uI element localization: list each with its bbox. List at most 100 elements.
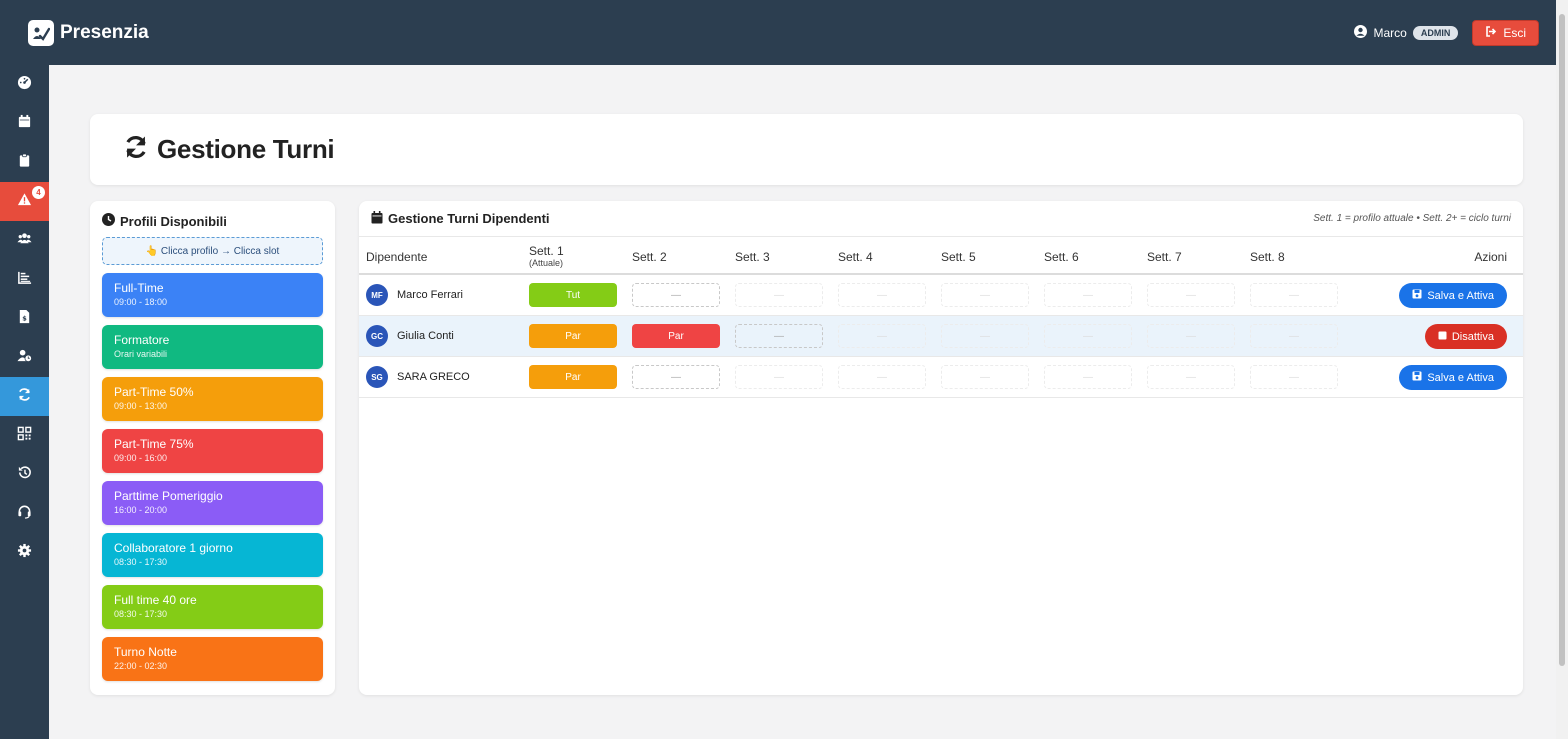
profile-card[interactable]: Parttime Pomeriggio 16:00 - 20:00	[102, 481, 323, 525]
sidebar-item-qrcode[interactable]	[0, 416, 49, 455]
sidebar-item-shifts[interactable]	[0, 377, 49, 416]
profile-name: Parttime Pomeriggio	[114, 489, 223, 503]
scrollbar-thumb[interactable]	[1559, 14, 1565, 666]
table-row: GC Giulia Conti Par Par — — — — — — Disattiva	[359, 316, 1523, 357]
sidebar-item-history[interactable]	[0, 455, 49, 494]
calendar-small-icon	[371, 210, 383, 227]
sidebar-item-calendar[interactable]	[0, 104, 49, 143]
shift-slot-empty[interactable]: —	[1147, 324, 1235, 348]
profile-card[interactable]: Part-Time 50% 09:00 - 13:00	[102, 377, 323, 421]
col-week-sub: (Attuale)	[529, 258, 564, 268]
action-label: Salva e Attiva	[1427, 371, 1494, 384]
clipboard-icon	[17, 153, 32, 173]
shift-slot-empty[interactable]: —	[838, 365, 926, 389]
shift-slot-empty[interactable]: —	[1044, 365, 1132, 389]
profile-name: Full time 40 ore	[114, 593, 197, 607]
col-week-8: Sett. 8	[1250, 250, 1285, 264]
col-week-label: Sett. 3	[735, 250, 770, 264]
shift-slot-empty[interactable]: —	[941, 283, 1029, 307]
shift-slot-empty[interactable]: —	[1147, 283, 1235, 307]
shift-slot-filled[interactable]: Par	[632, 324, 720, 348]
support-icon	[17, 504, 32, 524]
sidebar-item-user-hours[interactable]	[0, 338, 49, 377]
shift-slot-empty[interactable]: —	[735, 283, 823, 307]
save-activate-button[interactable]: Salva e Attiva	[1399, 365, 1507, 390]
table-row: SG SARA GRECO Par — — — — — — — Salva e Attiva	[359, 357, 1523, 398]
shifts-icon	[17, 387, 32, 407]
shift-slot-empty[interactable]: —	[735, 365, 823, 389]
shift-slot-empty[interactable]: —	[941, 324, 1029, 348]
sidebar-item-alerts[interactable]: 4	[0, 182, 49, 221]
app-name: Presenzia	[60, 21, 149, 43]
sidebar-item-support[interactable]	[0, 494, 49, 533]
sidebar-item-users[interactable]	[0, 221, 49, 260]
profile-hours: 08:30 - 17:30	[114, 609, 168, 619]
shift-slot-empty[interactable]: —	[1044, 324, 1132, 348]
shift-slot-empty[interactable]: —	[1147, 365, 1235, 389]
col-week-2: Sett. 2	[632, 250, 667, 264]
profile-card[interactable]: Collaboratore 1 giorno 08:30 - 17:30	[102, 533, 323, 577]
shift-slot-empty[interactable]: —	[1044, 283, 1132, 307]
invoice-icon: $	[17, 309, 32, 329]
shift-slot-empty[interactable]: —	[941, 365, 1029, 389]
profile-name: Part-Time 50%	[114, 385, 194, 399]
profile-hours: 09:00 - 18:00	[114, 297, 168, 307]
page-scrollbar[interactable]	[1556, 0, 1568, 739]
shifts-title-text: Gestione Turni Dipendenti	[388, 211, 550, 226]
employee-name: SARA GRECO	[397, 371, 470, 383]
profile-name: Formatore	[114, 333, 170, 347]
settings-icon	[17, 543, 32, 563]
sidebar-item-invoices[interactable]: $	[0, 299, 49, 338]
top-navbar: Presenzia Marco ADMIN Esci	[0, 0, 1556, 65]
qrcode-icon	[17, 426, 32, 446]
calendar-icon	[17, 114, 32, 134]
save-icon	[1412, 371, 1422, 384]
sidebar-item-clipboard[interactable]	[0, 143, 49, 182]
avatar: SG	[366, 366, 388, 388]
col-week-4: Sett. 4	[838, 250, 873, 264]
profile-card[interactable]: Turno Notte 22:00 - 02:30	[102, 637, 323, 681]
sidebar-item-reports[interactable]	[0, 260, 49, 299]
alert-count-badge: 4	[32, 186, 45, 199]
logout-button[interactable]: Esci	[1472, 19, 1539, 46]
shift-slot-empty[interactable]: —	[1250, 365, 1338, 389]
profile-hours: 22:00 - 02:30	[114, 661, 168, 671]
col-week-label: Sett. 8	[1250, 250, 1285, 264]
users-icon	[17, 231, 32, 251]
shift-slot-empty[interactable]: —	[735, 324, 823, 348]
shift-slot-filled[interactable]: Par	[529, 365, 617, 389]
profile-hours: 08:30 - 17:30	[114, 557, 168, 567]
table-body: MF Marco Ferrari Tut — — — — — — — Salva e Attiva G…	[359, 275, 1523, 398]
profiles-panel: Profili Disponibili 👆 Clicca profilo → C…	[90, 201, 335, 695]
deactivate-button[interactable]: Disattiva	[1424, 324, 1507, 349]
shifts-title-icon	[123, 134, 149, 165]
col-week-label: Sett. 6	[1044, 250, 1079, 264]
avatar: MF	[366, 284, 388, 306]
shift-slot-empty[interactable]: —	[632, 365, 720, 389]
col-week-label: Sett. 1	[529, 244, 564, 258]
profile-hours: Orari variabili	[114, 349, 168, 359]
stop-icon	[1438, 331, 1447, 343]
shifts-panel-title: Gestione Turni Dipendenti	[371, 210, 550, 227]
shift-slot-filled[interactable]: Par	[529, 324, 617, 348]
shift-slot-empty[interactable]: —	[1250, 324, 1338, 348]
sidebar-item-settings[interactable]	[0, 533, 49, 572]
profile-card[interactable]: Formatore Orari variabili	[102, 325, 323, 369]
profile-card[interactable]: Full-Time 09:00 - 18:00	[102, 273, 323, 317]
col-week-5: Sett. 5	[941, 250, 976, 264]
shift-slot-filled[interactable]: Tut	[529, 283, 617, 307]
profile-name: Full-Time	[114, 281, 164, 295]
shift-slot-empty[interactable]: —	[632, 283, 720, 307]
shift-slot-empty[interactable]: —	[838, 324, 926, 348]
profile-card[interactable]: Part-Time 75% 09:00 - 16:00	[102, 429, 323, 473]
employee-name: Marco Ferrari	[397, 289, 464, 301]
profile-name: Collaboratore 1 giorno	[114, 541, 233, 555]
history-icon	[17, 465, 32, 485]
profile-card[interactable]: Full time 40 ore 08:30 - 17:30	[102, 585, 323, 629]
brand[interactable]: Presenzia	[28, 19, 149, 46]
table-row: MF Marco Ferrari Tut — — — — — — — Salva e Attiva	[359, 275, 1523, 316]
shift-slot-empty[interactable]: —	[1250, 283, 1338, 307]
sidebar-item-dashboard[interactable]	[0, 65, 49, 104]
save-activate-button[interactable]: Salva e Attiva	[1399, 283, 1507, 308]
shift-slot-empty[interactable]: —	[838, 283, 926, 307]
